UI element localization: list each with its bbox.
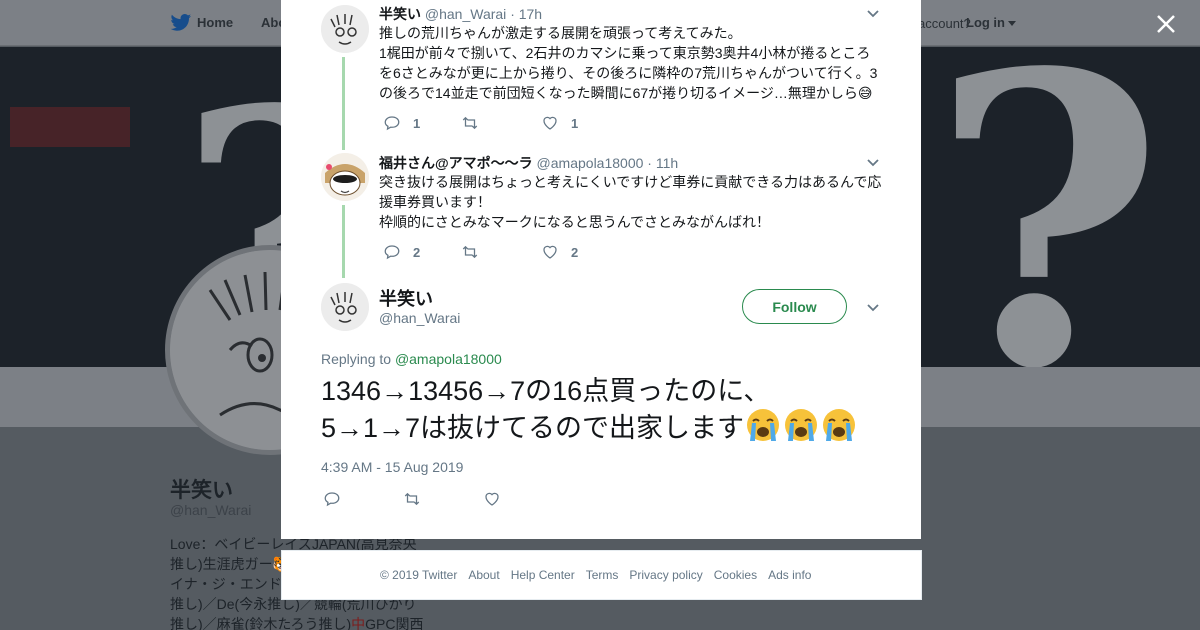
main-tweet-avatar[interactable] [321, 283, 369, 331]
like-count: 1 [571, 115, 579, 131]
profile-name: 半笑い [170, 479, 233, 502]
loudly-crying-face-icon [785, 409, 818, 441]
follow-button[interactable]: Follow [742, 289, 847, 324]
mahjong-chun-glyph: 中 [351, 616, 366, 630]
reply-button[interactable]: 2 [383, 242, 420, 262]
like-button[interactable]: 2 [541, 242, 578, 262]
reply-icon [384, 245, 400, 260]
tweet-actions: 2 2 [379, 242, 679, 262]
reply-button[interactable] [323, 489, 341, 509]
close-icon[interactable] [1156, 14, 1176, 34]
tweet-time[interactable]: · 11h [647, 155, 678, 171]
banner-question-mark: ? [930, 47, 1165, 367]
retweet-button[interactable] [461, 242, 491, 262]
like-button[interactable] [483, 489, 501, 509]
tweet-author-name[interactable]: 半笑い [379, 6, 421, 22]
loudly-crying-face-icon [823, 409, 856, 441]
footer-link-about[interactable]: About [468, 568, 499, 582]
like-button[interactable]: 1 [541, 113, 578, 133]
main-tweet-text: 1346→13456→7の16点買ったのに、 5→1→7は抜けてるので出家します [321, 374, 891, 445]
chevron-down-icon[interactable] [865, 299, 881, 315]
retweet-icon [462, 116, 478, 130]
footer-links: © 2019 Twitter About Help Center Terms P… [380, 568, 822, 582]
footer-link-ads-info[interactable]: Ads info [768, 568, 811, 582]
reply-icon [324, 492, 340, 507]
chevron-down-icon[interactable] [865, 154, 881, 170]
tweet-actions: 1 1 [379, 113, 679, 133]
avatar[interactable] [321, 153, 369, 201]
profile-handle[interactable]: @han_Warai [170, 502, 251, 518]
footer-link-cookies[interactable]: Cookies [714, 568, 757, 582]
tweet-modal: 半笑い @han_Warai · 17h 推しの荒川ちゃんが激走する展開を頑張っ… [281, 0, 921, 539]
thread-connector-line [342, 205, 345, 278]
twitter-bird-icon[interactable] [170, 13, 192, 33]
main-tweet-timestamp[interactable]: 4:39 AM - 15 Aug 2019 [321, 459, 463, 475]
heart-icon [543, 245, 557, 259]
reply-count: 2 [413, 244, 421, 260]
retweet-icon [462, 245, 478, 259]
loudly-crying-face-icon [744, 409, 856, 443]
footer-link-terms[interactable]: Terms [586, 568, 619, 582]
heart-icon [485, 492, 499, 506]
reply-icon [384, 116, 400, 131]
chevron-down-icon[interactable] [865, 5, 881, 21]
replying-to: Replying to @amapola18000 [321, 351, 502, 367]
login-caret-icon[interactable] [1008, 21, 1016, 26]
tweet-author-name[interactable]: 福井さん@アマポ〜〜ラ [379, 155, 533, 171]
tweet-author-handle[interactable]: @han_Warai [425, 6, 506, 22]
replying-to-handle-link[interactable]: @amapola18000 [395, 351, 502, 367]
reply-button[interactable]: 1 [383, 113, 420, 133]
loudly-crying-face-icon [747, 409, 780, 441]
retweet-button[interactable] [461, 113, 491, 133]
reply-count: 1 [413, 115, 421, 131]
heart-icon [543, 116, 557, 130]
like-count: 2 [571, 244, 579, 260]
footer-copyright: © 2019 Twitter [380, 568, 458, 582]
retweet-button[interactable] [403, 489, 421, 509]
retweet-icon [404, 492, 420, 506]
avatar-drawing [321, 5, 369, 53]
footer: © 2019 Twitter About Help Center Terms P… [281, 550, 922, 600]
thread-connector-line [342, 57, 345, 150]
avatar-drawing [321, 283, 369, 331]
tweet-author-handle[interactable]: @amapola18000 [537, 155, 644, 171]
main-tweet-author-name[interactable]: 半笑い [379, 285, 433, 311]
tweet-text: 推しの荒川ちゃんが激走する展開を頑張って考えてみた。 1梶田が前々で捌いて、2石井… [379, 25, 878, 101]
have-account-text: account? [918, 16, 971, 31]
avatar[interactable] [321, 5, 369, 53]
tweet-time[interactable]: · 17h [510, 6, 542, 22]
footer-link-privacy-policy[interactable]: Privacy policy [629, 568, 702, 582]
avatar-drawing [321, 153, 369, 201]
login-link[interactable]: Log in [966, 15, 1005, 30]
main-tweet-author-handle[interactable]: @han_Warai [379, 310, 460, 326]
footer-link-help-center[interactable]: Help Center [511, 568, 575, 582]
tweet-text: 突き抜ける展開はちょっと考えにくいですけど車券に貢献できる力はあるんで応援車券買… [379, 174, 882, 230]
nav-home-link[interactable]: Home [197, 15, 233, 30]
